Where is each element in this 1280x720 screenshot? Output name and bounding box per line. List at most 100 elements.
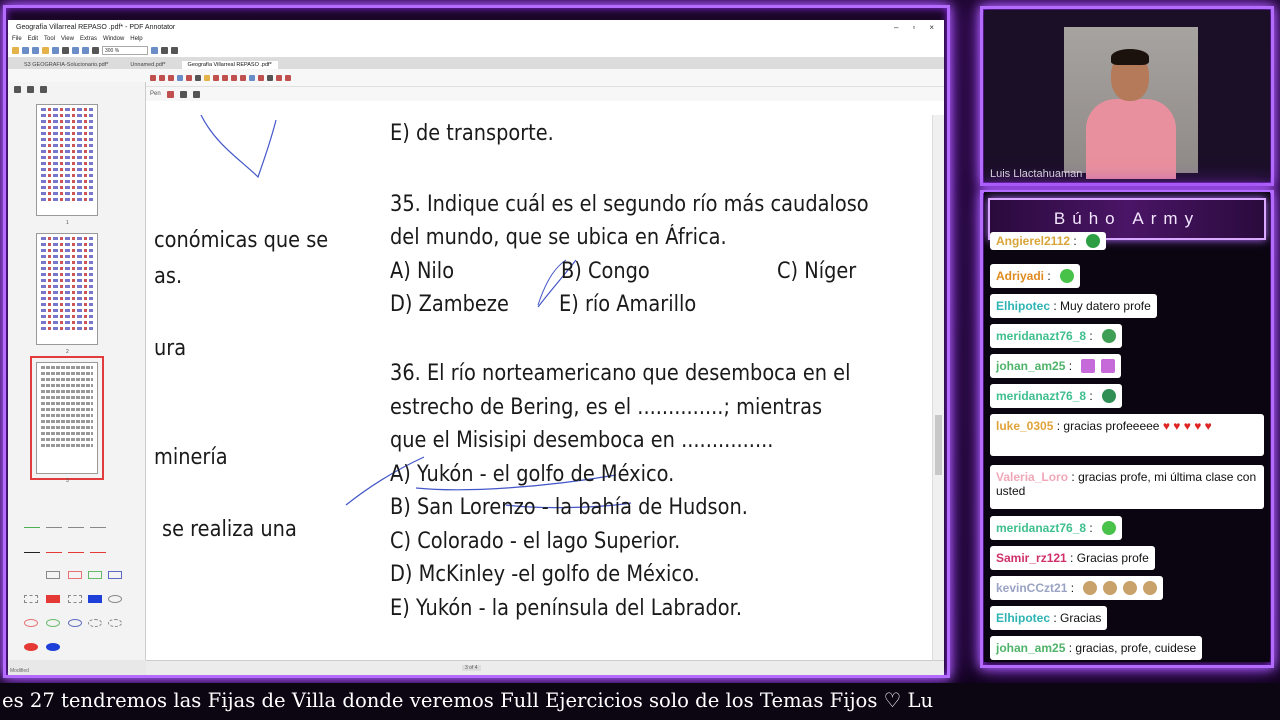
redo-icon[interactable] <box>82 47 89 54</box>
menu-view[interactable]: View <box>61 36 74 42</box>
ellipse-icon[interactable] <box>240 74 246 81</box>
cut-icon[interactable] <box>62 47 69 54</box>
shape-rect-green[interactable] <box>88 571 102 579</box>
pen-black[interactable] <box>24 552 40 553</box>
rectangle-icon[interactable] <box>231 74 237 81</box>
pdf-annotator-window: Geografía Villarreal REPASO .pdf* - PDF … <box>8 20 944 675</box>
zoom-field[interactable]: 300 % <box>102 46 148 55</box>
stamp-icon[interactable] <box>249 74 255 81</box>
hand-icon[interactable] <box>159 74 165 81</box>
pen-red[interactable] <box>46 552 62 553</box>
undo-icon[interactable] <box>72 47 79 54</box>
shape-rect-outline[interactable] <box>46 571 60 579</box>
image-icon[interactable] <box>267 74 273 81</box>
q36-stem-line2: estrecho de Bering, es el ..............… <box>390 395 823 420</box>
maximize-icon[interactable]: ▫ <box>912 23 915 32</box>
emote-icon <box>1086 234 1101 248</box>
zoom-in-icon[interactable] <box>151 47 158 54</box>
shape-rect-dashed[interactable] <box>24 595 38 603</box>
pen-style-icon[interactable] <box>192 90 200 98</box>
pen-green[interactable] <box>24 527 40 528</box>
shape-ellipse-blue[interactable] <box>68 619 82 627</box>
heart-icon[interactable] <box>285 74 291 81</box>
document-tabs: S3 GEOGRAFIA-Solucionario.pdf* Unnamed.p… <box>8 58 944 69</box>
highlighter-icon[interactable] <box>186 74 192 81</box>
link-icon[interactable] <box>258 74 264 81</box>
open-icon[interactable] <box>12 47 19 54</box>
page-thumbnail-1[interactable] <box>36 104 98 216</box>
menu-bar: File Edit Tool View Extras Window Help <box>8 34 944 44</box>
page-thumbnail-2[interactable] <box>36 233 98 345</box>
line-icon[interactable] <box>213 74 219 81</box>
pen-width-icon[interactable] <box>179 90 187 98</box>
stream-stage: Geografía Villarreal REPASO .pdf* - PDF … <box>0 0 1280 720</box>
menu-edit[interactable]: Edit <box>28 36 38 42</box>
chat-message: luke_0305 : gracias profeeeee ♥ ♥ ♥ ♥ ♥ <box>990 414 1264 456</box>
shape-ellipse-dashed-2[interactable] <box>108 619 122 627</box>
scroll-thumb[interactable] <box>935 415 942 475</box>
pointer-icon[interactable] <box>150 74 156 81</box>
pen-color-icon[interactable] <box>166 90 174 98</box>
pen-gray-2[interactable] <box>68 527 84 528</box>
menu-window[interactable]: Window <box>103 36 124 42</box>
q36-option-e: E) Yukón - la península del Labrador. <box>390 596 742 621</box>
tab-unnamed[interactable]: Unnamed.pdf* <box>124 61 171 69</box>
close-icon[interactable]: × <box>929 23 934 32</box>
shape-ellipse-dashed[interactable] <box>88 619 102 627</box>
pen-gray[interactable] <box>46 527 62 528</box>
pen-red-3[interactable] <box>90 552 106 553</box>
tab-solucionario[interactable]: S3 GEOGRAFIA-Solucionario.pdf* <box>18 61 114 69</box>
emote-icon <box>1060 269 1075 283</box>
eraser-icon[interactable] <box>195 74 201 81</box>
shape-rect-dashed-2[interactable] <box>68 595 82 603</box>
shape-rect-blue-fill[interactable] <box>88 595 102 603</box>
shape-rect-red[interactable] <box>68 571 82 579</box>
sidebar-pages-icon[interactable] <box>14 85 21 93</box>
chat-message: meridanazt76_8 : <box>990 324 1123 348</box>
shape-ellipse-blue-fill[interactable] <box>46 643 60 651</box>
pen-icon[interactable] <box>177 74 183 81</box>
copy-icon[interactable] <box>52 47 59 54</box>
tab-geografia-repaso[interactable]: Geografía Villarreal REPASO .pdf* <box>181 61 278 69</box>
page-number-3: 3 <box>66 478 69 484</box>
page-indicator[interactable]: 3 of 4 <box>462 665 481 671</box>
sidebar-bookmark-icon[interactable] <box>27 85 34 93</box>
text-icon[interactable] <box>204 74 210 81</box>
pen-red-2[interactable] <box>68 552 84 553</box>
select-icon[interactable] <box>168 74 174 81</box>
menu-extras[interactable]: Extras <box>80 36 97 42</box>
menu-help[interactable]: Help <box>130 36 142 42</box>
shape-rect-blue[interactable] <box>108 571 122 579</box>
zoom-out-icon[interactable] <box>92 47 99 54</box>
pen-gray-3[interactable] <box>90 527 106 528</box>
shape-rect-red-fill[interactable] <box>46 595 60 603</box>
fit-width-icon[interactable] <box>171 47 178 54</box>
window-title: Geografía Villarreal REPASO .pdf* - PDF … <box>16 23 176 31</box>
shape-ellipse-green[interactable] <box>46 619 60 627</box>
vertical-scrollbar[interactable] <box>932 115 944 660</box>
chat-message: Adriyadi : <box>990 264 1081 288</box>
q36-option-d: D) McKinley -el golfo de México. <box>390 562 700 587</box>
chat-message: Elhipotec : Gracias <box>990 606 1108 630</box>
chat-message: johan_am25 : <box>990 354 1122 378</box>
shape-ellipse[interactable] <box>108 595 122 603</box>
tool-label: Pen <box>150 91 161 97</box>
title-bar: Geografía Villarreal REPASO .pdf* - PDF … <box>8 20 944 34</box>
presenter-video <box>1064 27 1198 179</box>
menu-file[interactable]: File <box>12 36 22 42</box>
sidebar-search-icon[interactable] <box>40 85 47 93</box>
arrow-icon[interactable] <box>222 74 228 81</box>
menu-tool[interactable]: Tool <box>44 36 55 42</box>
folder-icon[interactable] <box>42 47 49 54</box>
q36-stem-line3: que el Misisipi desemboca en ...........… <box>390 428 774 453</box>
shape-ellipse-red[interactable] <box>24 619 38 627</box>
shape-ellipse-red-fill[interactable] <box>24 643 38 651</box>
sigma-icon[interactable] <box>276 74 282 81</box>
prev-option-e: E) de transporte. <box>390 121 554 146</box>
minimize-icon[interactable]: – <box>894 23 898 32</box>
page-thumbnail-3[interactable] <box>30 356 104 480</box>
save-icon[interactable] <box>22 47 29 54</box>
print-icon[interactable] <box>32 47 39 54</box>
fit-page-icon[interactable] <box>161 47 168 54</box>
document-view[interactable]: E) de transporte. conómicas que se as. u… <box>146 115 932 660</box>
